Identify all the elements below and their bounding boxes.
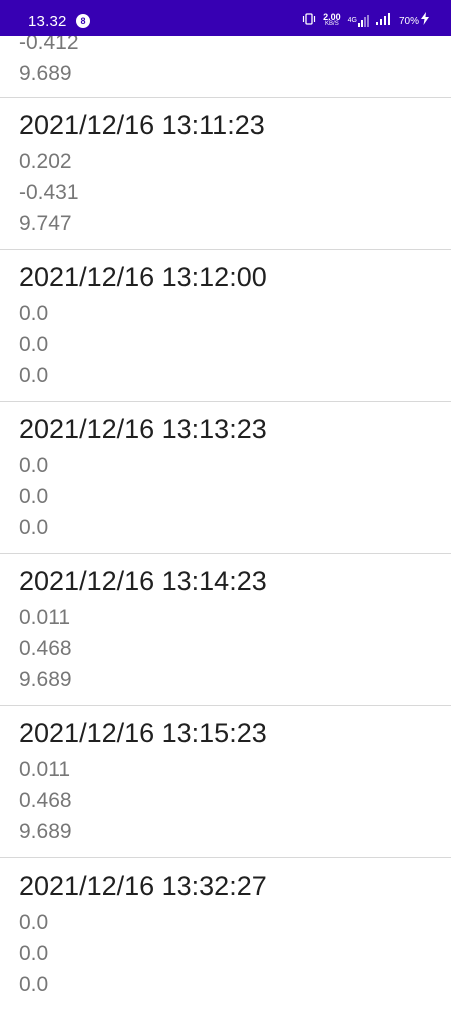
value-2: 0.468	[19, 789, 72, 812]
value-3: 0.0	[19, 364, 49, 387]
value-2: 0.0	[19, 942, 49, 965]
value-1: 0.0	[19, 911, 49, 934]
status-time: 13.32	[28, 13, 67, 30]
timestamp: 2021/12/16 13:13:23	[19, 414, 267, 444]
vibrate-icon	[302, 12, 316, 30]
list-item[interactable]: 2021/12/16 13:12:00 0.0 0.0 0.0	[0, 250, 451, 402]
network-type: 4G	[347, 17, 357, 24]
timestamp: 2021/12/16 13:15:23	[19, 718, 267, 748]
value-2: -0.431	[19, 181, 79, 204]
timestamp: 2021/12/16 13:14:23	[19, 566, 267, 596]
battery-level: 70%	[398, 15, 419, 27]
value-2: 0.0	[19, 333, 49, 356]
value-3: 9.689	[19, 668, 72, 691]
value-3: 0.0	[19, 973, 49, 996]
signal-icon	[375, 12, 392, 30]
value-1: 0.0	[19, 302, 49, 325]
value-3: 0.0	[19, 516, 49, 539]
value-1: 0.202	[19, 150, 72, 173]
list-item[interactable]: 2021/12/16 13:14:23 0.011 0.468 9.689	[0, 554, 451, 706]
value-2: 0.468	[19, 637, 72, 660]
value-3: 9.747	[19, 212, 72, 235]
list-item[interactable]: 2021/12/16 13:13:23 0.0 0.0 0.0	[0, 402, 451, 554]
value-1: 0.011	[19, 758, 70, 781]
net-speed-value: 2.00	[323, 12, 341, 22]
value-1: 0.0	[19, 454, 49, 477]
signal-4g-icon: 4G	[348, 15, 369, 27]
status-icons: 2.00 KB/S 4G 70%	[302, 12, 429, 30]
list-item[interactable]: 2021/12/16 13:32:27 0.0 0.0 0.0	[0, 859, 451, 1011]
value-2: 0.0	[19, 485, 49, 508]
charging-icon	[421, 12, 429, 30]
timestamp: 2021/12/16 13:32:27	[19, 871, 267, 901]
list-item[interactable]: 2021/12/16 13:11:23 0.202 -0.431 9.747	[0, 98, 451, 250]
timestamp: 2021/12/16 13:12:00	[19, 262, 267, 292]
notification-badge-icon: 8	[76, 14, 90, 28]
list-item[interactable]: 2021/12/16 13:15:23 0.011 0.468 9.689	[0, 706, 451, 858]
value-1: 0.011	[19, 606, 70, 629]
value-3: 9.689	[19, 62, 72, 85]
net-speed-unit: KB/S	[325, 21, 339, 27]
status-bar: 13.32 8 2.00 KB/S 4G 70%	[0, 0, 451, 36]
value-3: 9.689	[19, 820, 72, 843]
net-speed: 2.00 KB/S	[323, 12, 341, 28]
timestamp: 2021/12/16 13:11:23	[19, 110, 265, 140]
